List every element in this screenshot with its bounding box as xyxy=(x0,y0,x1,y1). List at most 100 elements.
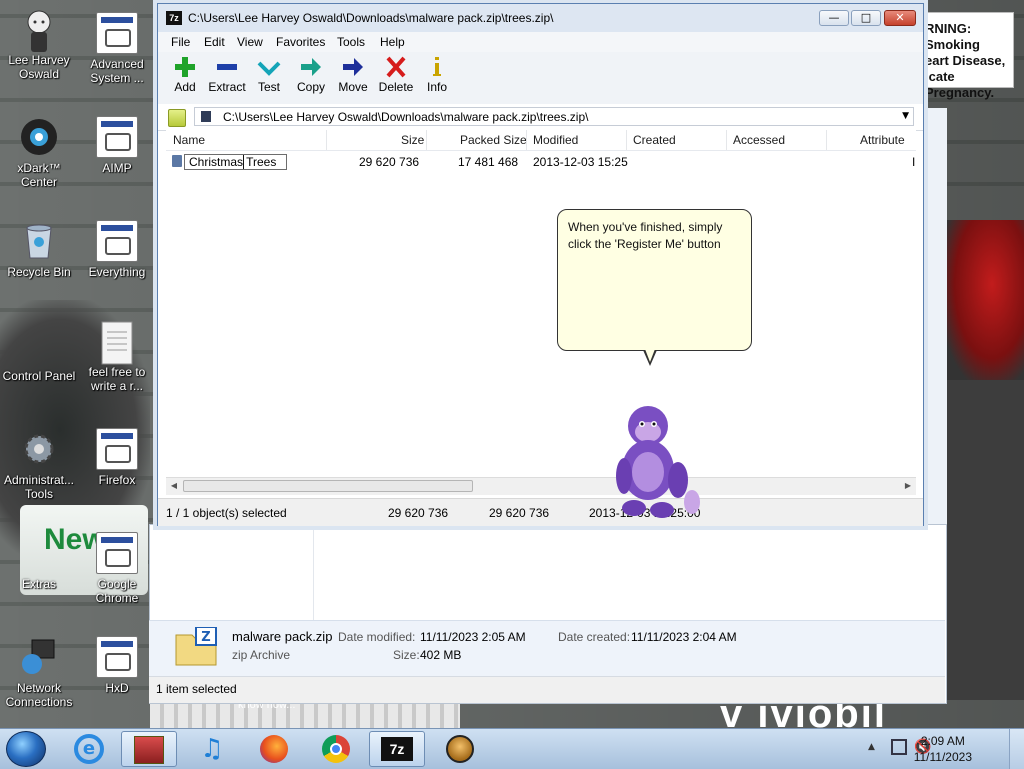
wallpaper-big-text: v iviobil xyxy=(720,700,887,728)
svg-text:Z: Z xyxy=(201,630,210,645)
internet-explorer-icon: e xyxy=(74,734,104,764)
clock-date: 11/11/2023 xyxy=(913,750,972,764)
status-bar: 1 / 1 object(s) selected 29 620 736 29 6… xyxy=(158,498,923,526)
desktop-icon-lee-harvey-oswald[interactable]: Lee Harvey Oswald xyxy=(1,8,77,81)
move-button[interactable]: Move xyxy=(331,56,375,94)
menu-favorites[interactable]: Favorites xyxy=(276,35,325,49)
explorer-status-text: 1 item selected xyxy=(156,682,237,696)
desktop-icon-label: AIMP xyxy=(102,161,132,175)
menu-tools[interactable]: Tools xyxy=(337,35,365,49)
cell-size: 29 620 736 xyxy=(359,155,420,169)
menu-help[interactable]: Help xyxy=(380,35,405,49)
taskbar-firefox[interactable] xyxy=(246,731,302,767)
test-label: Test xyxy=(257,80,280,94)
desktop-icon-hxd[interactable]: HxD xyxy=(79,636,155,695)
checkmark-icon xyxy=(257,56,281,78)
program-icon xyxy=(96,12,138,54)
delete-label: Delete xyxy=(378,80,414,94)
show-desktop-button[interactable] xyxy=(1009,729,1024,769)
desktop-icon-extras[interactable]: Extras xyxy=(1,532,77,591)
desktop-icon-label: Recycle Bin xyxy=(7,265,71,279)
scroll-right-icon[interactable]: ▶ xyxy=(901,480,915,492)
desktop-icon-network-connections[interactable]: Network Connections xyxy=(1,636,77,709)
desktop-icon-advanced-system[interactable]: Advanced System ... xyxy=(79,12,155,85)
minimize-button[interactable]: — xyxy=(819,10,849,26)
add-label: Add xyxy=(174,80,196,94)
desktop-icon-everything[interactable]: Everything xyxy=(79,220,155,279)
details-date-modified: 11/11/2023 2:05 AM xyxy=(420,630,526,644)
maximize-button[interactable]: □ xyxy=(851,10,881,26)
column-name[interactable]: Name xyxy=(173,133,205,147)
column-size[interactable]: Size xyxy=(401,133,424,147)
horizontal-scrollbar[interactable]: ◀ ▶ xyxy=(166,477,916,495)
bonzi-gorilla-assistant[interactable] xyxy=(612,404,708,522)
address-input[interactable]: C:\Users\Lee Harvey Oswald\Downloads\mal… xyxy=(194,107,914,126)
desktop-icon-aimp[interactable]: AIMP xyxy=(79,116,155,175)
taskbar: e ♫ 7z ▲ 🔇 2:09 AM 11/11/2023 xyxy=(0,728,1024,769)
music-note-icon: ♫ xyxy=(200,734,224,764)
desktop-icon-firefox[interactable]: Firefox xyxy=(79,428,155,487)
title-bar[interactable]: 7z C:\Users\Lee Harvey Oswald\Downloads\… xyxy=(158,4,923,32)
system-clock[interactable]: 2:09 AM 11/11/2023 xyxy=(914,733,972,765)
column-attribute[interactable]: Attribute xyxy=(860,133,905,147)
extract-label: Extract xyxy=(208,80,246,94)
program-icon xyxy=(96,220,138,262)
status-packed-size: 29 620 736 xyxy=(489,506,550,520)
menu-edit[interactable]: Edit xyxy=(204,35,225,49)
wallpaper-sign-line: icate Pregnancy. xyxy=(925,69,995,100)
desktop-icon-control-panel[interactable]: Control Panel xyxy=(1,324,77,383)
extract-button[interactable]: Extract xyxy=(205,56,249,94)
recycle-bin-icon xyxy=(18,220,60,262)
taskbar-music-player[interactable]: ♫ xyxy=(184,731,240,767)
test-button[interactable]: Test xyxy=(247,56,291,94)
show-hidden-icons-chevron-up-icon[interactable]: ▲ xyxy=(868,742,875,752)
toolbar: Add Extract Test Copy Move Delete Info xyxy=(158,52,923,105)
column-accessed[interactable]: Accessed xyxy=(733,133,785,147)
chevron-down-icon[interactable]: ▼ xyxy=(902,111,909,121)
column-created[interactable]: Created xyxy=(633,133,676,147)
close-button[interactable]: ✕ xyxy=(884,10,916,26)
copy-button[interactable]: Copy xyxy=(289,56,333,94)
cell-attribute: I xyxy=(912,155,916,169)
address-bar: C:\Users\Lee Harvey Oswald\Downloads\mal… xyxy=(158,104,923,131)
details-date-created: 11/11/2023 2:04 AM xyxy=(631,630,737,644)
table-row[interactable]: Christmas Trees 29 620 736 17 481 468 20… xyxy=(166,152,916,170)
rename-input[interactable]: Christmas Trees xyxy=(184,154,287,170)
desktop-icon-label: Advanced System ... xyxy=(90,57,144,85)
desktop-icon-label: Firefox xyxy=(98,473,136,487)
menu-file[interactable]: File xyxy=(171,35,190,49)
column-separator xyxy=(626,130,627,150)
file-icon xyxy=(172,155,182,167)
column-packed-size[interactable]: Packed Size xyxy=(460,133,527,147)
column-modified[interactable]: Modified xyxy=(533,133,578,147)
scroll-left-icon[interactable]: ◀ xyxy=(167,480,181,492)
network-tray-icon[interactable] xyxy=(891,739,907,755)
add-button[interactable]: Add xyxy=(163,56,207,94)
desktop-icon-recycle-bin[interactable]: Recycle Bin xyxy=(1,220,77,279)
desktop-icon-xdark-center[interactable]: xDark™ Center xyxy=(1,116,77,189)
wallpaper-red-object xyxy=(944,220,1024,380)
program-icon xyxy=(96,116,138,158)
column-separator xyxy=(326,130,327,150)
scrollbar-thumb[interactable] xyxy=(183,480,473,492)
taskbar-internet-explorer[interactable]: e xyxy=(61,731,117,767)
info-label: Info xyxy=(426,80,447,94)
desktop-icon-administrative-tools[interactable]: Administrat... Tools xyxy=(1,428,77,501)
desktop-icon-label: feel free to write a r... xyxy=(88,365,146,393)
delete-button[interactable]: Delete xyxy=(374,56,418,94)
taskbar-chrome[interactable] xyxy=(308,731,364,767)
balloon-tail-fill xyxy=(645,349,655,362)
explorer-details-pane: Z malware pack.zip zip Archive Date modi… xyxy=(149,620,945,677)
desktop-icon-text-file[interactable]: feel free to write a r... xyxy=(79,320,155,393)
up-folder-icon[interactable] xyxy=(168,109,186,127)
column-separator xyxy=(526,130,527,150)
desktop-icon-google-chrome[interactable]: Google Chrome xyxy=(79,532,155,605)
menu-view[interactable]: View xyxy=(237,35,263,49)
taskbar-7zip[interactable]: 7z xyxy=(369,731,425,767)
info-button[interactable]: Info xyxy=(415,56,459,94)
bonzi-taskbar-icon xyxy=(446,735,474,763)
admin-tools-gear-icon xyxy=(18,428,60,470)
taskbar-file-explorer[interactable] xyxy=(121,731,177,767)
taskbar-bonzi[interactable] xyxy=(432,731,488,767)
start-button[interactable] xyxy=(6,731,46,767)
